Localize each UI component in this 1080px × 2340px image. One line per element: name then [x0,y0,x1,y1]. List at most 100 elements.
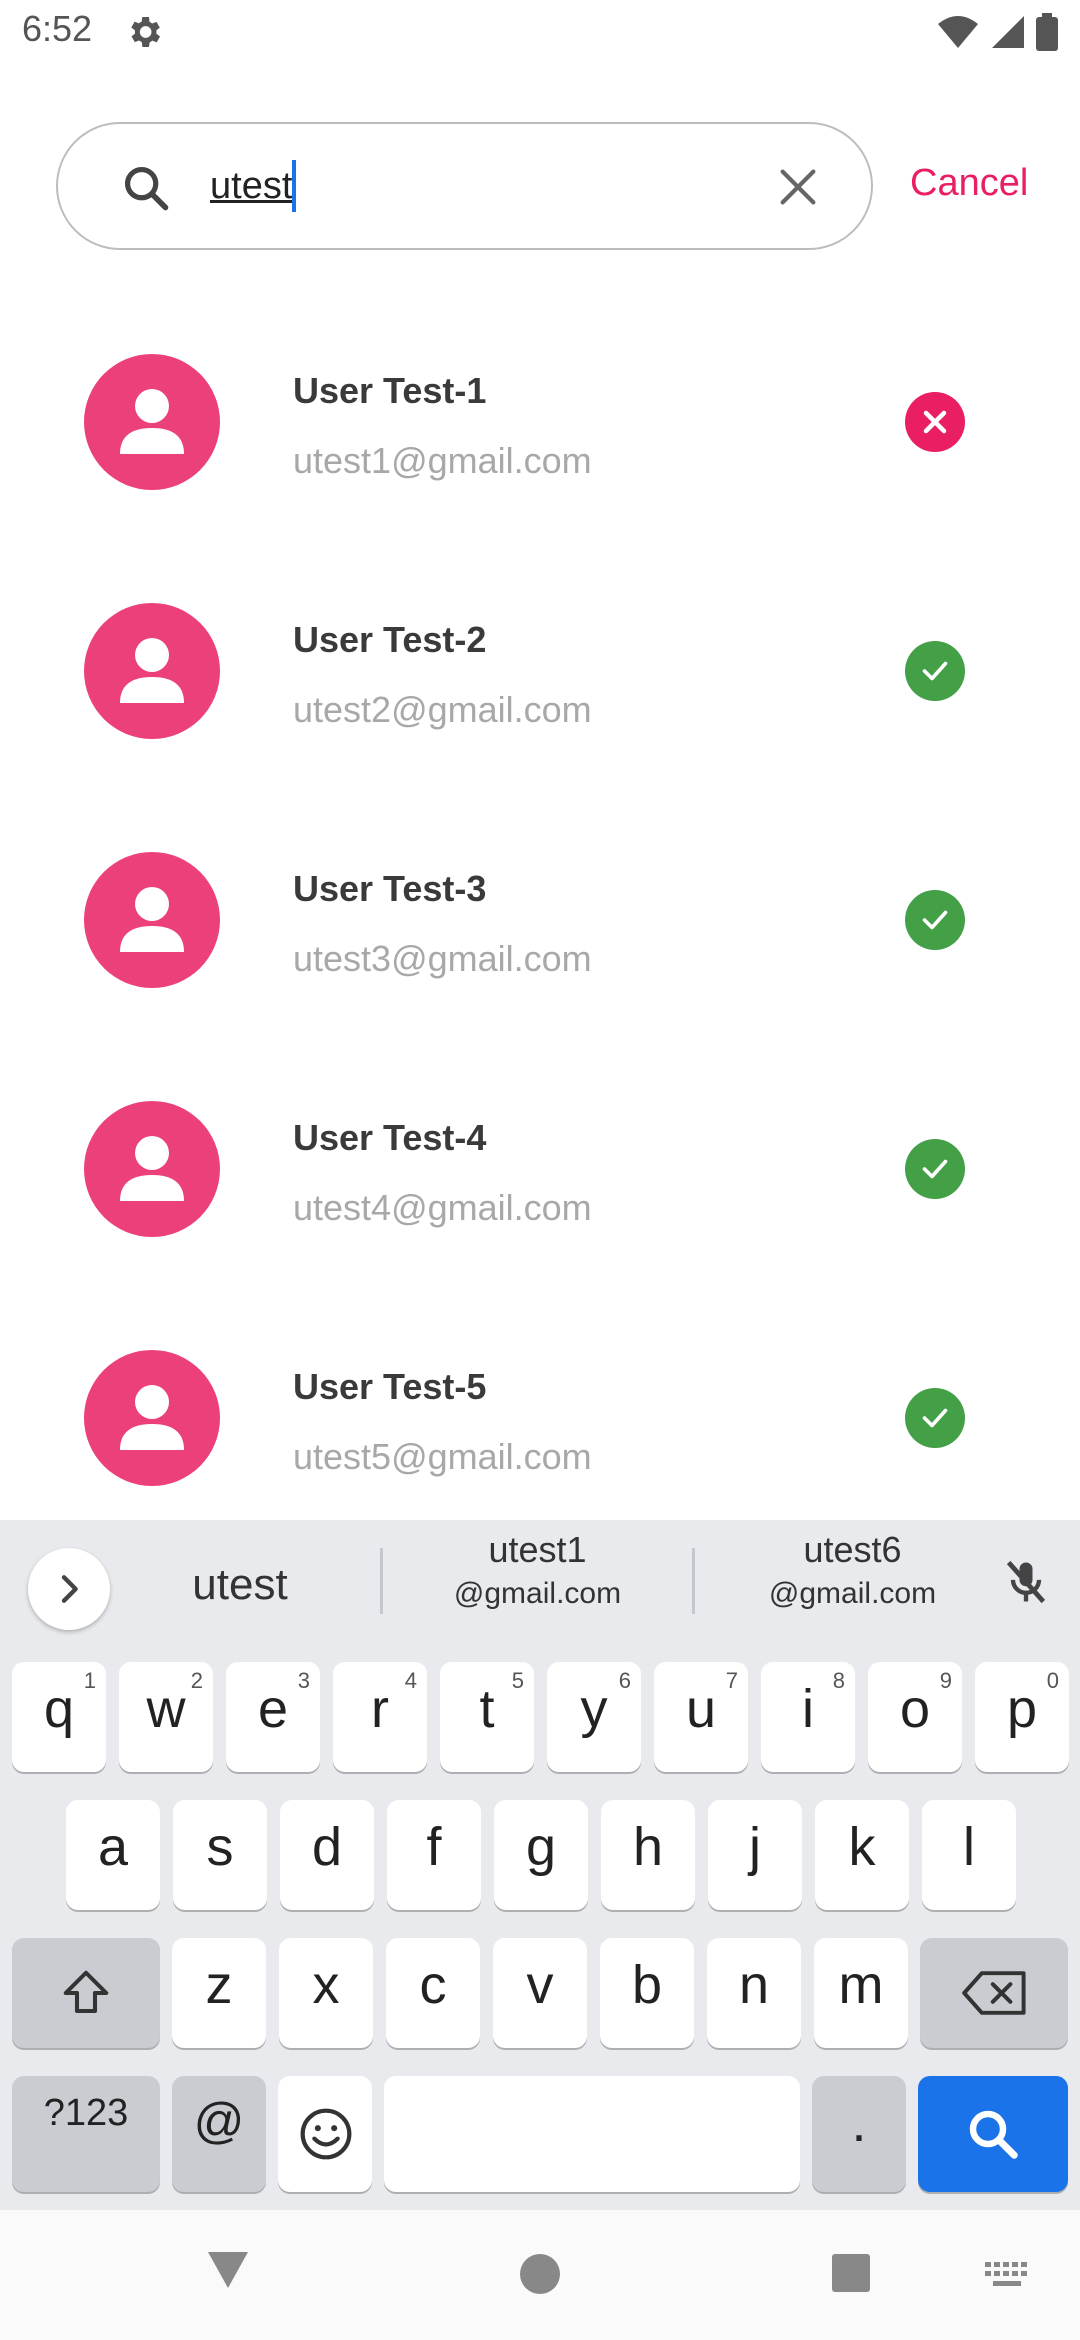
text-caret [292,160,297,212]
avatar [84,1101,220,1237]
avatar [84,852,220,988]
period-key[interactable]: . [812,2076,906,2192]
person-icon [120,1385,184,1450]
suggestion-2[interactable]: utest1 @gmail.com [385,1528,690,1616]
mic-off-icon[interactable] [1000,1556,1052,1608]
key-b[interactable]: b [600,1938,694,2048]
recents-icon[interactable] [830,2252,872,2294]
key-hint: 5 [511,1668,524,1693]
key-p[interactable]: p0 [975,1662,1069,1772]
contact-row[interactable]: User Test-1 utest1@gmail.com [0,340,1080,589]
key-label: s [206,1817,234,1877]
key-o[interactable]: o9 [868,1662,962,1772]
contact-row[interactable]: User Test-4 utest4@gmail.com [0,1087,1080,1336]
person-icon [120,638,184,703]
status-ok-icon [905,890,965,950]
key-label: f [426,1817,442,1877]
suggestion-3-line2: @gmail.com [768,1577,937,1610]
key-i[interactable]: i8 [761,1662,855,1772]
key-v[interactable]: v [493,1938,587,2048]
shift-key[interactable] [12,1938,160,2048]
contact-name: User Test-2 [293,619,487,660]
emoji-key[interactable] [278,2076,372,2192]
key-c[interactable]: c [386,1938,480,2048]
key-x[interactable]: x [279,1938,373,2048]
key-q[interactable]: q1 [12,1662,106,1772]
key-j[interactable]: j [708,1800,802,1910]
wifi-icon [938,16,978,48]
symbols-key[interactable]: ?123 [12,2076,160,2192]
key-label: b [631,1955,663,2015]
contact-name: User Test-4 [293,1117,487,1158]
key-n[interactable]: n [707,1938,801,2048]
key-s[interactable]: s [173,1800,267,1910]
key-hint: 9 [939,1668,952,1693]
key-hint: 8 [832,1668,845,1693]
key-label: m [838,1955,884,2015]
expand-toolbar-button[interactable] [28,1548,110,1630]
clear-icon[interactable] [775,164,821,210]
contact-email: utest5@gmail.com [293,1436,592,1477]
status-bar: 6:52 [0,0,1080,66]
key-hint: 4 [404,1668,417,1693]
key-t[interactable]: t5 [440,1662,534,1772]
search-bar[interactable]: utest [56,122,873,250]
key-u[interactable]: u7 [654,1662,748,1772]
cancel-button[interactable]: Cancel [910,162,1028,205]
suggestion-1[interactable]: utest [130,1560,350,1610]
search-action-key[interactable] [918,2076,1068,2192]
backspace-key[interactable] [920,1938,1068,2048]
home-icon[interactable] [518,2252,562,2296]
key-m[interactable]: m [814,1938,908,2048]
settings-gear-icon [131,17,160,47]
person-icon [120,887,184,952]
key-hint: 3 [297,1668,310,1693]
keyboard: utest utest1 @gmail.com utest6 @gmail.co… [0,1520,1080,2210]
suggestion-3[interactable]: utest6 @gmail.com [700,1528,1005,1616]
search-input[interactable]: utest [210,160,297,212]
key-r[interactable]: r4 [333,1662,427,1772]
contact-row[interactable]: User Test-3 utest3@gmail.com [0,838,1080,1087]
key-k[interactable]: k [815,1800,909,1910]
suggestion-divider [380,1548,383,1614]
shift-icon [63,1970,109,2014]
signal-icon [992,16,1024,48]
key-d[interactable]: d [280,1800,374,1910]
key-label: n [738,1955,770,2015]
contact-row[interactable]: User Test-2 utest2@gmail.com [0,589,1080,838]
key-hint: 1 [83,1668,96,1693]
contact-email: utest3@gmail.com [293,938,592,979]
key-y[interactable]: y6 [547,1662,641,1772]
back-icon[interactable] [204,2248,252,2292]
key-label: x [312,1955,340,2015]
status-ok-icon [905,1139,965,1199]
key-g[interactable]: g [494,1800,588,1910]
person-icon [120,1136,184,1201]
at-key[interactable]: @ [172,2076,266,2192]
search-icon [124,166,169,211]
key-e[interactable]: e3 [226,1662,320,1772]
keyboard-switch-icon[interactable] [985,2262,1029,2290]
contact-email: utest1@gmail.com [293,440,592,481]
key-f[interactable]: f [387,1800,481,1910]
contact-name: User Test-3 [293,868,487,909]
contact-email: utest2@gmail.com [293,689,592,730]
key-label: z [205,1955,233,2015]
battery-icon [1036,13,1058,51]
key-h[interactable]: h [601,1800,695,1910]
key-a[interactable]: a [66,1800,160,1910]
status-icons [936,10,1058,54]
key-label: d [311,1817,343,1877]
suggestion-3-line1: utest6 [803,1529,902,1570]
key-z[interactable]: z [172,1938,266,2048]
key-hint: 7 [725,1668,738,1693]
key-w[interactable]: w2 [119,1662,213,1772]
space-key[interactable] [384,2076,800,2192]
key-label: v [526,1955,554,2015]
key-label: g [525,1817,557,1877]
emoji-icon [300,2108,352,2160]
key-label: . [851,2093,867,2153]
key-l[interactable]: l [922,1800,1016,1910]
key-label: j [749,1817,761,1877]
status-time: 6:52 [22,8,93,49]
